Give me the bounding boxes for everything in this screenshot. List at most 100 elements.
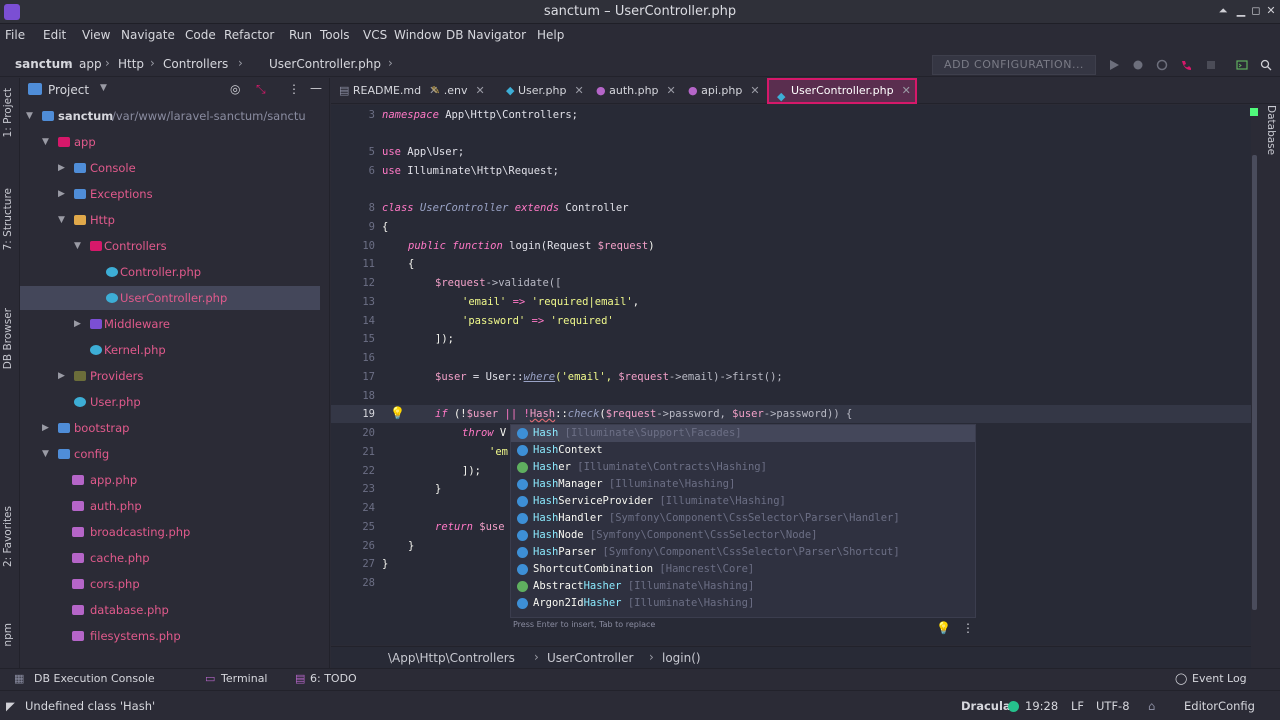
completion-item[interactable]: HashContext [511, 442, 975, 459]
close-icon[interactable]: ✕ [574, 84, 583, 97]
coverage-icon[interactable] [1156, 59, 1168, 71]
window-minimize-icon[interactable]: ▁ [1234, 4, 1248, 18]
tree-item-bootstrap[interactable]: ▶ bootstrap [20, 416, 320, 440]
tab-readme-md[interactable]: ▤ README.md ✕ [339, 78, 438, 104]
panel-toggle-icon[interactable]: ◤ [6, 699, 15, 713]
completion-item[interactable]: HashManager [Illuminate\Hashing] [511, 476, 975, 493]
tool-db-execution-console[interactable]: DB Execution Console [34, 672, 155, 685]
tree-item-app-php[interactable]: app.php [20, 468, 320, 492]
search-everywhere-icon[interactable] [1260, 59, 1272, 71]
tree-item-cache-php[interactable]: cache.php [20, 546, 320, 570]
close-icon[interactable]: ✕ [750, 84, 759, 97]
chevron-down-icon[interactable]: ▼ [100, 83, 107, 93]
menu-tools[interactable]: Tools [320, 28, 350, 42]
close-icon[interactable]: ✕ [667, 84, 676, 97]
project-view-selector[interactable]: Project [48, 83, 89, 97]
tool-terminal[interactable]: Terminal [221, 672, 268, 685]
completion-item[interactable]: Hasher [Illuminate\Contracts\Hashing] [511, 459, 975, 476]
window-maximize-icon[interactable]: ◻ [1249, 4, 1263, 18]
completion-item[interactable]: HashServiceProvider [Illuminate\Hashing] [511, 493, 975, 510]
breadcrumb-class[interactable]: UserController [547, 651, 633, 665]
menu-refactor[interactable]: Refactor [224, 28, 274, 42]
tool-todo[interactable]: 6: TODO [310, 672, 357, 685]
tree-item-app[interactable]: ▼ app [20, 130, 320, 154]
theme-indicator[interactable]: Dracula [961, 699, 1011, 713]
line-separator[interactable]: LF [1071, 699, 1084, 713]
tree-item-http[interactable]: ▼ Http [20, 208, 320, 232]
tab-structure[interactable]: 7: Structure [2, 188, 14, 250]
menu-code[interactable]: Code [185, 28, 216, 42]
close-icon[interactable]: ✕ [475, 84, 484, 97]
terminal-icon[interactable] [1236, 59, 1248, 71]
menu-view[interactable]: View [82, 28, 110, 42]
run-icon[interactable] [1108, 59, 1120, 71]
completion-item[interactable]: Argon2IdHasher [Illuminate\Hashing] [511, 595, 975, 612]
tree-item-console[interactable]: ▶ Console [20, 156, 320, 180]
menu-edit[interactable]: Edit [43, 28, 66, 42]
debug-icon[interactable] [1132, 59, 1144, 71]
tab-favorites[interactable]: 2: Favorites [2, 506, 14, 567]
menu-navigate[interactable]: Navigate [121, 28, 175, 42]
completion-item[interactable]: HashHandler [Symfony\Component\CssSelect… [511, 510, 975, 527]
completion-item[interactable]: HashParser [Symfony\Component\CssSelecto… [511, 544, 975, 561]
window-collapse-icon[interactable]: ⏶ [1216, 4, 1230, 18]
tree-item-config[interactable]: ▼ config [20, 442, 320, 466]
tree-item-auth-php[interactable]: auth.php [20, 494, 320, 518]
tree-item-filesystems-php[interactable]: filesystems.php [20, 624, 320, 648]
tool-event-log[interactable]: Event Log [1192, 672, 1247, 685]
tab-user-php[interactable]: ◆ User.php ✕ [506, 78, 584, 104]
breadcrumb-file[interactable]: UserController.php [269, 57, 381, 71]
tree-item-providers[interactable]: ▶ Providers [20, 364, 320, 388]
stop-icon[interactable] [1205, 59, 1217, 71]
tree-item-exceptions[interactable]: ▶ Exceptions [20, 182, 320, 206]
file-encoding[interactable]: UTF-8 [1096, 699, 1130, 713]
hide-panel-icon[interactable]: — [310, 81, 322, 95]
tree-item-database-php[interactable]: database.php [20, 598, 320, 622]
tree-item-sanctum[interactable]: ▼ sanctum /var/www/laravel-sanctum/sanct… [20, 104, 320, 128]
breadcrumb-http[interactable]: Http [118, 57, 144, 71]
menu-window[interactable]: Window [394, 28, 441, 42]
close-icon[interactable]: ✕ [902, 84, 911, 97]
menu-run[interactable]: Run [289, 28, 312, 42]
tab-project[interactable]: 1: Project [2, 88, 14, 137]
locate-icon[interactable]: ◎ [230, 82, 240, 96]
tree-item-cors-php[interactable]: cors.php [20, 572, 320, 596]
menu-vcs[interactable]: VCS [363, 28, 387, 42]
collapse-all-icon[interactable]: ⤡ [256, 82, 266, 97]
tab-env[interactable]: ✎ .env ✕ [431, 78, 485, 104]
tree-item-user-php[interactable]: User.php [20, 390, 320, 414]
editorconfig-indicator[interactable]: EditorConfig [1184, 699, 1255, 713]
completion-item[interactable]: Hash [Illuminate\Support\Facades] [511, 425, 975, 442]
tab-usercontroller-php[interactable]: ◆ UserController.php ✕ [767, 78, 917, 104]
lightbulb-icon[interactable]: 💡 [936, 621, 951, 635]
tab-db-browser[interactable]: DB Browser [2, 308, 14, 369]
breadcrumb-project[interactable]: sanctum [15, 57, 73, 71]
tree-item-usercontroller-php[interactable]: UserController.php [20, 286, 320, 310]
tree-item-broadcasting-php[interactable]: broadcasting.php [20, 520, 320, 544]
phone-listen-icon[interactable] [1180, 59, 1192, 71]
more-options-icon[interactable]: ⋮ [962, 621, 974, 635]
completion-item[interactable]: HashNode [Symfony\Component\CssSelector\… [511, 527, 975, 544]
lock-icon[interactable]: ⌂ [1148, 699, 1155, 713]
options-icon[interactable]: ⋮ [288, 82, 300, 96]
breadcrumb-namespace[interactable]: \App\Http\Controllers [388, 651, 515, 665]
tree-item-controller-php[interactable]: Controller.php [20, 260, 320, 284]
caret-position[interactable]: 19:28 [1025, 699, 1058, 713]
tab-database[interactable]: Database [1265, 105, 1277, 155]
completion-item[interactable]: ShortcutCombination [Hamcrest\Core] [511, 561, 975, 578]
tab-auth-php[interactable]: ● auth.php ✕ [596, 78, 676, 104]
tab-api-php[interactable]: ● api.php ✕ [688, 78, 760, 104]
tab-npm[interactable]: npm [2, 623, 14, 647]
editor-scrollbar[interactable] [1252, 155, 1257, 610]
window-close-icon[interactable]: ✕ [1264, 4, 1278, 18]
lightbulb-icon[interactable]: 💡 [390, 406, 405, 420]
tree-item-kernel-php[interactable]: Kernel.php [20, 338, 320, 362]
breadcrumb-method[interactable]: login() [662, 651, 701, 665]
menu-db-navigator[interactable]: DB Navigator [446, 28, 526, 42]
menu-help[interactable]: Help [537, 28, 564, 42]
tree-item-middleware[interactable]: ▶ Middleware [20, 312, 320, 336]
menu-file[interactable]: File [5, 28, 25, 42]
breadcrumb-controllers[interactable]: Controllers [163, 57, 228, 71]
completion-item[interactable]: AbstractHasher [Illuminate\Hashing] [511, 578, 975, 595]
add-configuration-button[interactable]: ADD CONFIGURATION... [932, 55, 1096, 75]
